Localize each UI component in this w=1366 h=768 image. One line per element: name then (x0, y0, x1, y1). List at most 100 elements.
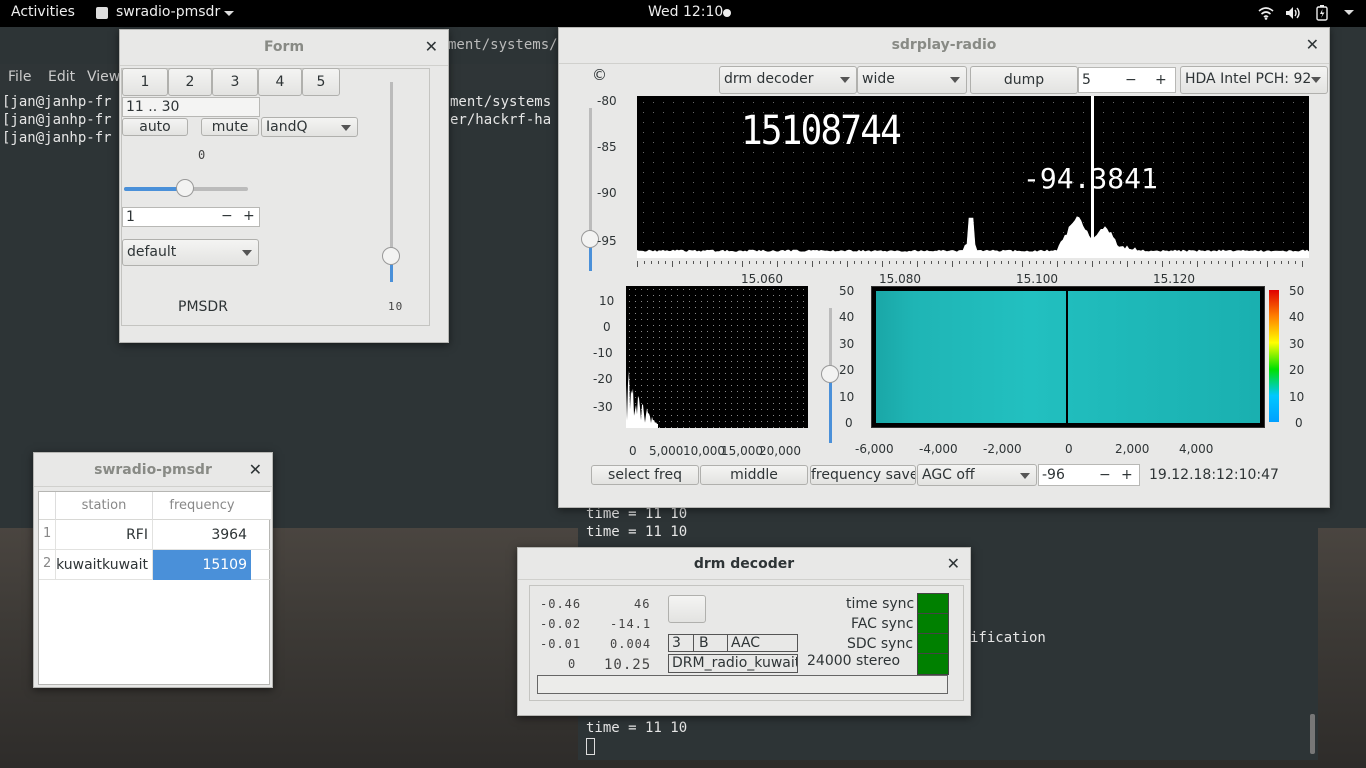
drm-close-icon[interactable]: ✕ (947, 548, 960, 580)
band-button-4[interactable]: 4 (258, 68, 302, 96)
drm-message-field (537, 675, 948, 694)
terminal-line: [jan@janhp-fr (2, 112, 112, 128)
hslider-handle[interactable] (176, 179, 194, 197)
drm-lcd-left: -0.02 (540, 617, 581, 631)
dump-button[interactable]: dump (970, 66, 1078, 94)
frequency-cell[interactable]: 3964 (153, 520, 251, 550)
hist-y-tick: -20 (593, 372, 613, 386)
form-close-icon[interactable]: ✕ (425, 30, 438, 64)
drm-mode-divider (693, 635, 694, 651)
station-cell[interactable]: RFI (55, 520, 153, 550)
drm-indicator-button[interactable] (668, 595, 706, 623)
vslider-handle[interactable] (382, 247, 400, 265)
minus-icon[interactable]: − (1099, 465, 1111, 485)
iq-select[interactable]: IandQ (261, 117, 358, 137)
auto-button[interactable]: auto (122, 118, 188, 136)
activities-button[interactable]: Activities (11, 4, 75, 20)
drm-mode-row: 3 B AAC (668, 634, 798, 652)
hist-y-tick: -30 (593, 400, 613, 414)
stations-titlebar: swradio-pmsdr ✕ (34, 453, 272, 487)
band-button-2[interactable]: 2 (168, 68, 212, 96)
terminal-output-line: time = 11 10 (586, 506, 687, 522)
hist-x-tick: 15,000 (721, 444, 763, 458)
gain-spin[interactable]: 5 − + (1078, 67, 1176, 93)
plus-icon[interactable]: + (1121, 465, 1133, 485)
copyright-icon[interactable]: © (592, 66, 607, 84)
decoder-select[interactable]: drm decoder (719, 66, 857, 94)
band-button-5[interactable]: 5 (302, 68, 340, 96)
minus-icon[interactable]: − (1125, 68, 1137, 92)
frequency-lcd: 15108744 (741, 108, 900, 154)
drm-titlebar: drm decoder ✕ (518, 548, 970, 580)
profile-select-value: default (127, 244, 176, 260)
plus-icon[interactable]: + (243, 207, 255, 225)
terminal-menu-edit[interactable]: Edit (48, 69, 75, 85)
terminal-menu-view[interactable]: View (87, 69, 120, 85)
spectrum-x-axis-ticks (637, 261, 1309, 269)
volume-icon[interactable] (1285, 6, 1303, 20)
sdrplay-close-icon[interactable]: ✕ (1306, 28, 1319, 62)
hist-y-tick: 0 (603, 320, 611, 334)
bandwidth-select[interactable]: wide (857, 66, 967, 94)
spectrum-trace (637, 217, 1309, 258)
system-menu-arrow-icon[interactable] (1344, 10, 1354, 15)
select-freq-button[interactable]: select freq (591, 465, 699, 485)
mute-button[interactable]: mute (201, 118, 259, 136)
bandwidth-select-value: wide (862, 71, 895, 87)
frequency-save-button[interactable]: frequency save (810, 465, 916, 485)
wf-y-tick: 20 (839, 363, 854, 377)
table-row[interactable]: 1 RFI 3964 (39, 520, 271, 550)
profile-select[interactable]: default (122, 239, 259, 266)
table-row[interactable]: 2 kuwaitkuwait 15109 (39, 550, 271, 580)
agc-select[interactable]: AGC off (917, 464, 1037, 486)
spectrum-display[interactable]: 15108744 -94.3841 (637, 96, 1309, 258)
station-cell[interactable]: kuwaitkuwait (55, 550, 153, 580)
sdc-sync-indicator (918, 634, 948, 654)
wifi-icon[interactable] (1258, 6, 1274, 20)
band-button-3[interactable]: 3 (212, 68, 258, 96)
terminal-scrollbar[interactable] (1310, 714, 1315, 754)
spectrum-x-tick: 15.080 (879, 272, 921, 286)
wf-x-tick: -4,000 (919, 442, 958, 456)
wf-y-tick: 10 (839, 390, 854, 404)
drm-audio-info: 24000 stereo (807, 653, 900, 669)
spectrum-y-tick: -85 (597, 140, 617, 154)
audio-device-select[interactable]: HDA Intel PCH: 92 (1180, 66, 1328, 94)
decoder-select-value: drm decoder (724, 71, 814, 87)
agc-select-value: AGC off (922, 467, 975, 483)
wf-y-tick: 30 (839, 337, 854, 351)
form-title: Form (264, 39, 304, 55)
agc-threshold-spin[interactable]: -96 − + (1038, 464, 1140, 486)
band-range-field: 11 .. 30 (122, 97, 260, 117)
clock[interactable]: Wed 12:10 (648, 4, 723, 20)
drm-lcd-left: -0.01 (540, 637, 581, 651)
terminal-menu-file[interactable]: File (8, 69, 31, 85)
battery-icon[interactable] (1316, 5, 1328, 21)
waterfall-colorbar (1269, 290, 1279, 422)
drm-mode-divider (727, 635, 728, 651)
spectrum-x-tick: 15.120 (1153, 272, 1195, 286)
gain-spinbox[interactable]: 1 − + (122, 207, 260, 227)
band-button-1[interactable]: 1 (122, 68, 168, 96)
waterfall-display[interactable] (871, 286, 1265, 428)
waterfall-heatmap (876, 291, 1260, 423)
frequency-cell-selected[interactable]: 15109 (153, 550, 251, 580)
spectrum-y-tick: -80 (597, 94, 617, 108)
chevron-down-icon (1311, 77, 1321, 83)
spectrum-y-tick: -95 (597, 234, 617, 248)
wf-y-tick: 50 (839, 284, 854, 298)
sync-indicator-column (917, 593, 949, 675)
plus-icon[interactable]: + (1155, 68, 1167, 92)
terminal-title-fragment: ment/systems/qt (448, 37, 574, 53)
column-header-station[interactable]: station (55, 492, 153, 520)
form-titlebar: Form ✕ (120, 30, 448, 66)
app-menu[interactable]: swradio-pmsdr (116, 4, 220, 20)
middle-button[interactable]: middle (700, 465, 808, 485)
drm-mode-cell: B (699, 635, 709, 651)
column-header-frequency[interactable]: frequency (153, 492, 251, 520)
table-header: station frequency (39, 492, 271, 520)
colorbar-tick: 0 (1295, 416, 1303, 430)
waterfall-vslider-handle[interactable] (821, 365, 839, 383)
minus-icon[interactable]: − (221, 207, 233, 225)
stations-close-icon[interactable]: ✕ (249, 453, 262, 487)
